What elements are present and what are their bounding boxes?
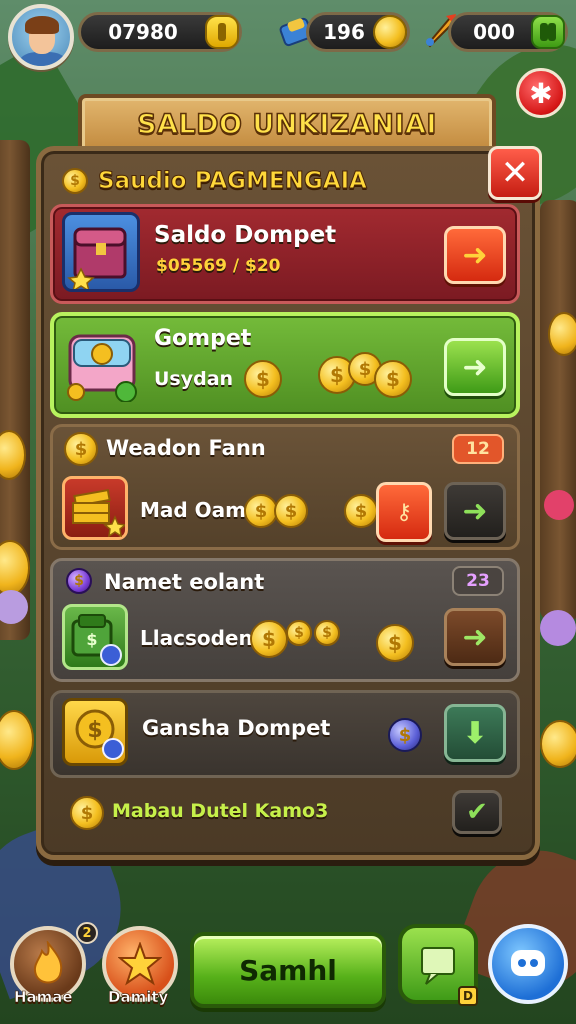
row-subtitle: $05569 / $20: [156, 256, 281, 276]
lock-button[interactable]: ⚷: [376, 482, 432, 542]
treasure-chest-icon: [62, 212, 140, 293]
arrow-down-icon: ⬇: [462, 715, 488, 751]
coin-row: [250, 620, 340, 658]
row-title: Gompet: [154, 326, 252, 351]
avatar-shirt: [20, 52, 66, 66]
svg-text:$: $: [87, 718, 102, 743]
check-icon: ✔: [466, 797, 488, 827]
arrow-right-icon: ➜: [462, 237, 488, 273]
map-icon: [421, 947, 455, 985]
avatar-hair: [25, 16, 59, 34]
bg-flower: [544, 490, 574, 520]
coin-icon: [376, 624, 414, 662]
star-badge-icon: [118, 942, 162, 986]
gems-add-button[interactable]: [373, 15, 407, 49]
row-item-label: Mad Oam: [140, 498, 247, 522]
purple-coin-icon: [388, 718, 422, 752]
row-title: Saldo Dompet: [154, 222, 337, 248]
flame-button-badge: 2: [76, 922, 98, 944]
purple-gem-icon: [66, 568, 92, 594]
map-button-badge: D: [458, 986, 478, 1006]
banner-title: SALDO UNKIZANIAI: [136, 108, 437, 141]
namet-eolant-go-button[interactable]: ➜: [444, 608, 506, 666]
svg-text:$: $: [86, 630, 97, 649]
footer-text: Mabau Dutel Kamo3: [112, 800, 329, 822]
coin-stack-icon: [62, 476, 128, 540]
confirm-check-button[interactable]: ✔: [452, 790, 502, 834]
coin-row: [244, 494, 308, 528]
coin-icon: [70, 796, 104, 830]
coin-icon: [274, 494, 308, 528]
coin-icon: [64, 432, 98, 466]
dollar-card-icon: $: [62, 698, 128, 766]
row-title: Weadon Fann: [106, 436, 266, 460]
coin-icon: [250, 620, 288, 658]
arrow-right-icon: ➜: [462, 493, 488, 529]
row-item-label: Llacsoden: [140, 626, 253, 650]
coin-icon: [62, 168, 88, 194]
tickets-add-button[interactable]: [531, 15, 565, 49]
coin-row: [244, 360, 282, 398]
row-badge: 12: [452, 434, 504, 464]
title-banner: SALDO UNKIZANIAI: [78, 94, 496, 154]
gems-counter: 196: [306, 12, 410, 52]
close-icon: ✕: [500, 153, 530, 193]
coin-icon: [286, 620, 312, 646]
close-button[interactable]: ✕: [488, 146, 542, 200]
wallet-icon: [64, 322, 140, 403]
coin-row: [318, 352, 412, 398]
coins-value: 07980: [108, 20, 178, 44]
settings-button[interactable]: ✱: [516, 68, 566, 118]
coin-icon: [314, 620, 340, 646]
row-subtitle: Usydan: [154, 368, 234, 390]
discord-button[interactable]: [488, 924, 568, 1004]
coin-icon: [374, 360, 412, 398]
bg-flower: [540, 610, 576, 646]
row-title: Gansha Dompet: [142, 716, 331, 740]
tickets-counter: 000: [448, 12, 568, 52]
gems-value: 196: [323, 20, 365, 44]
coin-icon: [344, 494, 378, 528]
coins-add-button[interactable]: [205, 15, 239, 49]
play-button[interactable]: Samhl: [190, 932, 386, 1008]
row-badge: 23: [452, 566, 504, 596]
play-button-label: Samhl: [239, 953, 337, 987]
flame-icon: [33, 941, 63, 984]
arrow-right-icon: ➜: [462, 619, 488, 655]
panel-header-title: Saudio PAGMENGAIA: [98, 168, 368, 195]
bottom-left2-label: Damity: [108, 988, 169, 1007]
pause-icon: [540, 23, 548, 41]
lock-icon: ⚷: [395, 499, 413, 525]
coins-counter: 07980: [78, 12, 242, 52]
row-title: Namet eolant: [104, 570, 265, 594]
panel-header: Saudio PAGMENGAIA: [46, 156, 498, 206]
bottom-left-label: Hamae: [14, 988, 73, 1007]
bg-tree-trunk: [540, 200, 576, 620]
top-hud: 07980 196 000: [0, 0, 576, 70]
coin-icon: [244, 360, 282, 398]
money-bag-icon: $: [62, 604, 128, 670]
bg-coin: [540, 720, 576, 768]
tickets-value: 000: [473, 20, 515, 44]
coin-icon: [244, 494, 278, 528]
arrow-right-icon: ➜: [462, 349, 488, 385]
discord-icon: [511, 950, 545, 976]
bg-coin: [0, 710, 34, 770]
weadon-fann-go-button[interactable]: ➜: [444, 482, 506, 540]
settings-icon: ✱: [529, 76, 553, 110]
avatar[interactable]: [8, 4, 74, 70]
gompet-go-button[interactable]: ➜: [444, 338, 506, 396]
bg-coin: [548, 312, 576, 356]
gansha-dompet-go-button[interactable]: ⬇: [444, 704, 506, 762]
coin-icon: [218, 23, 226, 41]
saldo-dompet-go-button[interactable]: ➜: [444, 226, 506, 284]
